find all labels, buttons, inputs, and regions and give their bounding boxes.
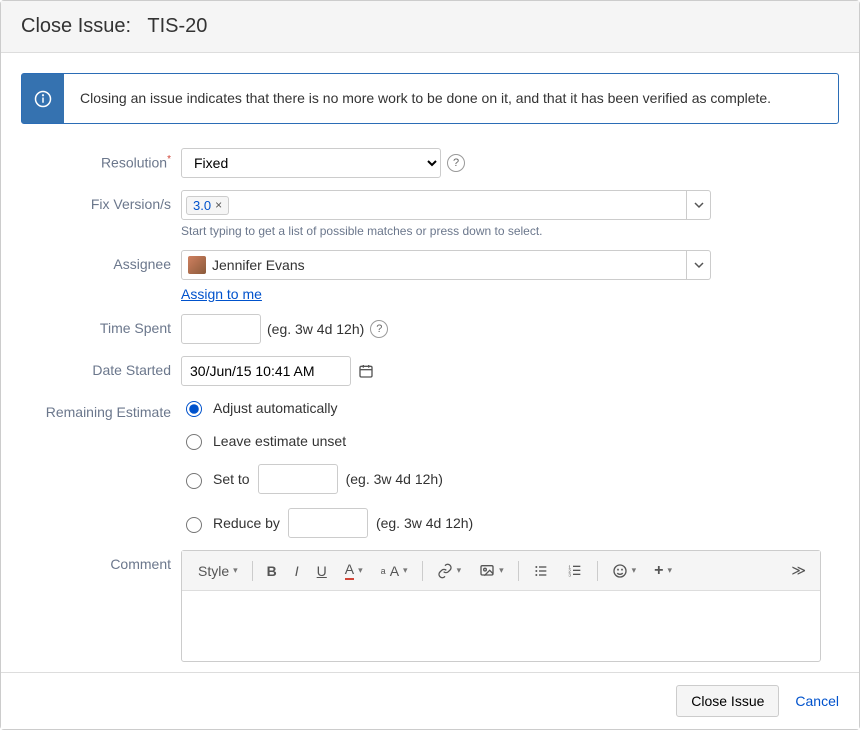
svg-text:3: 3 (568, 572, 571, 577)
info-banner: Closing an issue indicates that there is… (21, 73, 839, 124)
assignee-avatar (188, 256, 206, 274)
time-spent-example: (eg. 3w 4d 12h) (267, 321, 364, 337)
info-banner-text: Closing an issue indicates that there is… (64, 74, 787, 123)
chip-remove-icon[interactable]: × (215, 198, 222, 212)
estimate-radio-label-adjust: Adjust automatically (213, 400, 338, 416)
chevron-down-icon: ▾ (499, 565, 504, 576)
fix-versions-select[interactable]: 3.0 × (181, 190, 711, 220)
chevron-down-icon: ▾ (403, 565, 408, 576)
dialog-issue-key: TIS-20 (147, 15, 207, 37)
comment-label: Comment (21, 550, 181, 572)
toolbar-link-button[interactable]: ▾ (429, 559, 470, 583)
toolbar-separator (518, 561, 519, 581)
resolution-row: Resolution* Fixed ? (21, 148, 839, 178)
estimate-radio-input-set-to[interactable] (186, 473, 202, 489)
close-issue-button[interactable]: Close Issue (676, 685, 779, 717)
info-icon (22, 74, 64, 123)
estimate-radio-adjust[interactable]: Adjust automatically (181, 398, 839, 417)
fix-versions-hint: Start typing to get a list of possible m… (181, 224, 839, 238)
assignee-row: Assignee Jennifer Evans Assign to me (21, 250, 839, 302)
dialog-title: Close Issue: TIS-20 (21, 15, 207, 37)
remaining-estimate-label: Remaining Estimate (21, 398, 181, 420)
fix-versions-dropdown-icon[interactable] (686, 191, 710, 219)
estimate-set-to-input[interactable] (258, 464, 338, 494)
editor-toolbar: Style ▾ B I U A ▾ aA ▾ (182, 551, 820, 591)
toolbar-underline-button[interactable]: U (309, 559, 335, 583)
comment-textarea[interactable] (182, 591, 820, 661)
remaining-estimate-row: Remaining Estimate Adjust automatically … (21, 398, 839, 538)
toolbar-expand-button[interactable]: ≫ (783, 558, 812, 583)
chevron-down-icon: ▾ (668, 565, 673, 576)
toolbar-separator (422, 561, 423, 581)
estimate-radio-input-adjust[interactable] (186, 401, 202, 417)
toolbar-separator (597, 561, 598, 581)
estimate-radio-label-leave: Leave estimate unset (213, 433, 346, 449)
toolbar-bold-button[interactable]: B (259, 559, 285, 583)
required-indicator: * (167, 154, 171, 165)
toolbar-numbered-list-button[interactable]: 123 (559, 559, 591, 583)
chevron-down-icon: ▾ (358, 565, 363, 576)
date-started-row: Date Started (21, 356, 839, 386)
estimate-radio-set-to[interactable]: Set to (eg. 3w 4d 12h) (181, 464, 839, 494)
toolbar-separator (252, 561, 253, 581)
time-spent-input[interactable] (181, 314, 261, 344)
estimate-radio-label-set-to: Set to (213, 471, 250, 487)
fix-versions-row: Fix Version/s 3.0 × Start typing to get … (21, 190, 839, 238)
fix-versions-label: Fix Version/s (21, 190, 181, 212)
cancel-button[interactable]: Cancel (795, 693, 839, 709)
dialog-title-prefix: Close Issue: (21, 15, 131, 37)
toolbar-more-button[interactable]: + ▾ (646, 558, 680, 584)
calendar-icon[interactable] (357, 362, 375, 380)
date-started-input[interactable] (181, 356, 351, 386)
toolbar-clear-format-button[interactable]: aA ▾ (373, 559, 416, 583)
estimate-reduce-by-example: (eg. 3w 4d 12h) (376, 515, 473, 531)
estimate-radio-input-reduce-by[interactable] (186, 517, 202, 533)
close-issue-dialog: Close Issue: TIS-20 Closing an issue ind… (0, 0, 860, 730)
chevron-down-icon: ▾ (233, 565, 238, 576)
date-started-label: Date Started (21, 356, 181, 378)
assignee-label: Assignee (21, 250, 181, 272)
time-spent-label: Time Spent (21, 314, 181, 336)
dialog-body[interactable]: Closing an issue indicates that there is… (1, 53, 859, 672)
toolbar-bullet-list-button[interactable] (525, 559, 557, 583)
estimate-radio-label-reduce-by: Reduce by (213, 515, 280, 531)
dialog-header: Close Issue: TIS-20 (1, 1, 859, 53)
resolution-help-icon[interactable]: ? (447, 154, 465, 172)
chevron-down-icon: ▾ (632, 565, 637, 576)
estimate-set-to-example: (eg. 3w 4d 12h) (346, 471, 443, 487)
fix-version-chip: 3.0 × (186, 196, 229, 215)
dialog-footer: Close Issue Cancel (1, 672, 859, 729)
estimate-radio-leave[interactable]: Leave estimate unset (181, 431, 839, 450)
toolbar-image-button[interactable]: ▾ (471, 559, 512, 583)
assignee-dropdown-icon[interactable] (686, 251, 710, 279)
resolution-label: Resolution* (21, 148, 181, 171)
time-spent-help-icon[interactable]: ? (370, 320, 388, 338)
toolbar-emoji-button[interactable]: ▾ (604, 559, 645, 583)
fix-version-chip-label: 3.0 (193, 198, 211, 213)
assignee-name: Jennifer Evans (212, 257, 305, 273)
assignee-select[interactable]: Jennifer Evans (181, 250, 711, 280)
toolbar-italic-button[interactable]: I (287, 559, 307, 583)
estimate-radio-input-leave[interactable] (186, 434, 202, 450)
assign-to-me-link[interactable]: Assign to me (181, 286, 839, 302)
toolbar-text-color-button[interactable]: A ▾ (337, 557, 371, 584)
chevron-down-icon: ▾ (457, 565, 462, 576)
time-spent-row: Time Spent (eg. 3w 4d 12h) ? (21, 314, 839, 344)
toolbar-style-button[interactable]: Style ▾ (190, 559, 246, 583)
estimate-radio-reduce-by[interactable]: Reduce by (eg. 3w 4d 12h) (181, 508, 839, 538)
estimate-reduce-by-input[interactable] (288, 508, 368, 538)
comment-editor: Style ▾ B I U A ▾ aA ▾ (181, 550, 821, 662)
resolution-select[interactable]: Fixed (181, 148, 441, 178)
comment-row: Comment Style ▾ B I U A ▾ (21, 550, 839, 662)
